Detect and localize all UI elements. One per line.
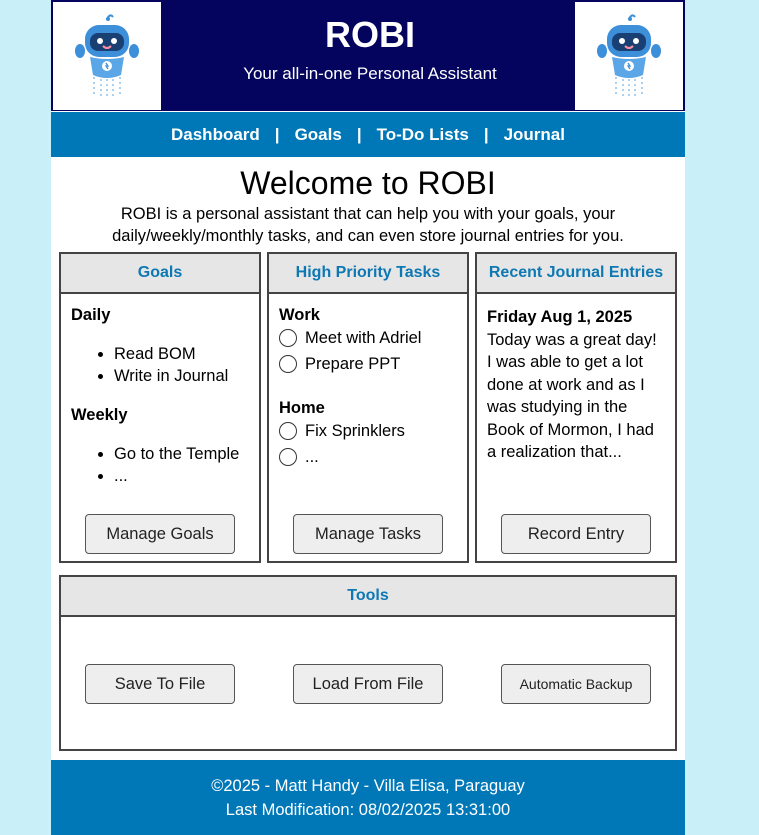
task-item[interactable]: Fix Sprinklers: [279, 418, 457, 444]
list-item: Write in Journal: [114, 365, 249, 387]
journal-card-title: Recent Journal Entries: [477, 254, 675, 294]
main-nav: Dashboard | Goals | To-Do Lists | Journa…: [51, 112, 685, 157]
journal-text-line: Book of Mormon, I had: [487, 420, 654, 439]
journal-text-line: Today was a great day!: [487, 330, 657, 349]
manage-goals-button[interactable]: Manage Goals: [85, 514, 235, 554]
tools-card: Tools Save To File Load From File Automa…: [59, 575, 677, 751]
radio-button[interactable]: [279, 422, 297, 440]
nav-goals[interactable]: Goals: [295, 125, 342, 145]
welcome-text: ROBI is a personal assistant that can he…: [81, 203, 655, 247]
journal-text-line: I was able to get a lot: [487, 353, 643, 371]
work-label: Work: [279, 306, 320, 324]
tools-card-title: Tools: [61, 577, 675, 617]
weekly-label: Weekly: [71, 406, 128, 424]
tasks-card: High Priority Tasks Work Meet with Adrie…: [267, 252, 469, 563]
footer-copyright: ©2025 - Matt Handy - Villa Elisa, Paragu…: [211, 777, 525, 795]
nav-separator: |: [356, 124, 362, 144]
journal-card-body: Friday Aug 1, 2025 Today was a great day…: [477, 294, 675, 476]
home-label: Home: [279, 399, 325, 417]
goals-card-body: Daily Read BOM Write in Journal Weekly G…: [61, 294, 259, 499]
nav-separator: |: [483, 124, 489, 144]
tasks-card-body: Work Meet with Adriel Prepare PPT Home F…: [269, 294, 467, 482]
radio-button[interactable]: [279, 329, 297, 347]
welcome-text-line: ROBI is a personal assistant that can he…: [120, 205, 616, 223]
daily-goals-list: Read BOM Write in Journal: [71, 343, 249, 387]
radio-button[interactable]: [279, 355, 297, 373]
journal-text-line: done at work and as I: [487, 375, 645, 394]
nav-separator: |: [274, 124, 280, 144]
task-label: Fix Sprinklers: [305, 421, 405, 440]
robot-logo-icon: [575, 2, 683, 110]
record-entry-button[interactable]: Record Entry: [501, 514, 651, 554]
task-item[interactable]: Meet with Adriel: [279, 325, 457, 351]
automatic-backup-button[interactable]: Automatic Backup: [501, 664, 651, 704]
task-item[interactable]: ...: [279, 444, 457, 470]
manage-tasks-button[interactable]: Manage Tasks: [293, 514, 443, 554]
nav-todo-lists[interactable]: To-Do Lists: [377, 125, 469, 145]
save-to-file-button[interactable]: Save To File: [85, 664, 235, 704]
journal-card: Recent Journal Entries Friday Aug 1, 202…: [475, 252, 677, 563]
daily-label: Daily: [71, 306, 111, 324]
welcome-text-line: daily/weekly/monthly tasks, and can even…: [112, 227, 624, 245]
footer-last-modified: Last Modification: 08/02/2025 13:31:00: [225, 801, 511, 819]
tasks-card-title: High Priority Tasks: [269, 254, 467, 294]
load-from-file-button[interactable]: Load From File: [293, 664, 443, 704]
radio-button[interactable]: [279, 448, 297, 466]
journal-date: Friday Aug 1, 2025: [487, 308, 633, 326]
task-label: Meet with Adriel: [305, 328, 422, 347]
page: ROBI Your all-in-one Personal Assistant: [51, 0, 685, 835]
footer: ©2025 - Matt Handy - Villa Elisa, Paragu…: [51, 760, 685, 835]
journal-text-line: was studying in the: [487, 398, 628, 416]
task-label: Prepare PPT: [305, 354, 401, 373]
list-item: Read BOM: [114, 343, 249, 365]
task-item[interactable]: Prepare PPT: [279, 351, 457, 377]
task-label: ...: [305, 447, 319, 466]
header: ROBI Your all-in-one Personal Assistant: [51, 0, 685, 111]
goals-card: Goals Daily Read BOM Write in Journal We…: [59, 252, 261, 563]
nav-dashboard[interactable]: Dashboard: [171, 125, 260, 145]
nav-journal[interactable]: Journal: [504, 125, 565, 145]
list-item: Go to the Temple: [114, 443, 249, 465]
journal-text-line: a realization that...: [487, 443, 622, 461]
weekly-goals-list: Go to the Temple ...: [71, 443, 249, 487]
list-item: ...: [114, 465, 249, 487]
welcome-title: Welcome to ROBI: [240, 165, 496, 201]
goals-card-title: Goals: [61, 254, 259, 294]
